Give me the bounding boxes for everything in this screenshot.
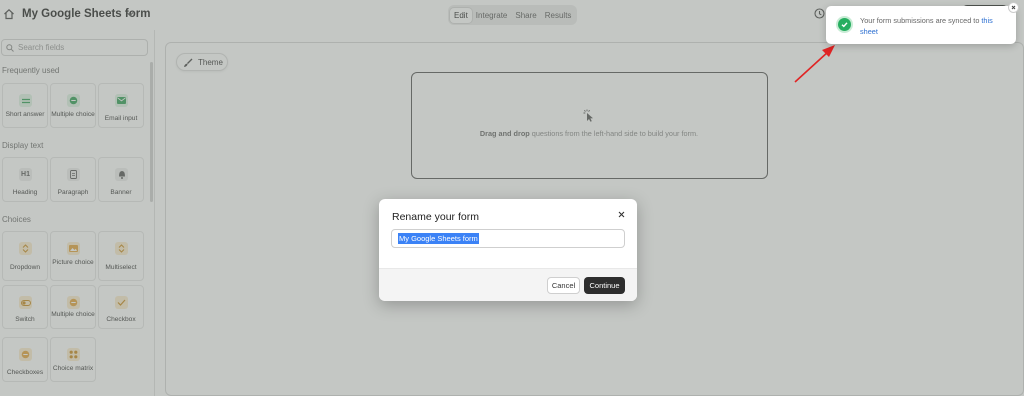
form-name-selected-text: My Google Sheets form (398, 233, 479, 244)
close-icon[interactable] (617, 210, 626, 219)
dialog-title: Rename your form (392, 211, 479, 223)
modal-backdrop[interactable] (0, 0, 1024, 396)
toast-text: Your form submissions are synced to (860, 16, 982, 25)
toast-message: Your form submissions are synced to this… (860, 15, 1010, 37)
toast-close-icon[interactable] (1008, 2, 1019, 13)
annotation-arrow (794, 45, 835, 83)
sync-toast: Your form submissions are synced to this… (826, 6, 1016, 44)
continue-button[interactable]: Continue (584, 277, 625, 294)
check-circle-icon (838, 18, 851, 31)
cancel-button[interactable]: Cancel (547, 277, 580, 294)
rename-form-dialog: Rename your form My Google Sheets form C… (379, 199, 637, 301)
dialog-footer: Cancel Continue (379, 268, 637, 301)
